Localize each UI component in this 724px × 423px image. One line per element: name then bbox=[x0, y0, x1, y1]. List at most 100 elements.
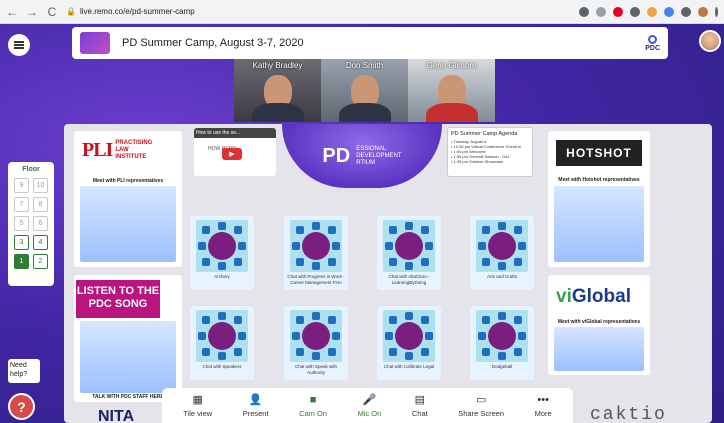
table-seat[interactable] bbox=[389, 316, 397, 324]
floor-button-8[interactable]: 8 bbox=[33, 197, 48, 212]
table-card[interactable]: Dodgeball bbox=[470, 306, 534, 380]
floor-button-1[interactable]: 1 bbox=[14, 254, 29, 269]
table-seat[interactable] bbox=[218, 222, 226, 230]
table-seat[interactable] bbox=[328, 226, 336, 234]
table-seat[interactable] bbox=[202, 348, 210, 356]
table-seat[interactable] bbox=[238, 332, 246, 340]
table-seat[interactable] bbox=[514, 258, 522, 266]
floor-button-9[interactable]: 9 bbox=[14, 178, 29, 193]
table-seat[interactable] bbox=[312, 312, 320, 320]
table-seat[interactable] bbox=[421, 348, 429, 356]
camera-extension-icon[interactable] bbox=[579, 6, 589, 17]
table-seat[interactable] bbox=[202, 258, 210, 266]
my-avatar[interactable] bbox=[699, 30, 721, 52]
table-seat[interactable] bbox=[202, 316, 210, 324]
address-bar[interactable]: 🔒 live.remo.co/e/pd-summer-camp bbox=[66, 7, 571, 16]
table-seat[interactable] bbox=[296, 226, 304, 234]
more-button[interactable]: ••• More bbox=[535, 394, 552, 418]
pdc-song-banner[interactable]: LISTEN TO THE PDC SONG bbox=[76, 280, 160, 318]
table-seat[interactable] bbox=[218, 312, 226, 320]
table-seat[interactable] bbox=[238, 242, 246, 250]
video-tile[interactable]: Don Smith bbox=[321, 59, 408, 122]
table-seat[interactable] bbox=[518, 242, 526, 250]
table-seat[interactable] bbox=[328, 348, 336, 356]
table-card[interactable]: Chat with Speakers bbox=[190, 306, 254, 380]
table-seat[interactable] bbox=[482, 348, 490, 356]
table-seat[interactable] bbox=[514, 226, 522, 234]
play-icon[interactable]: ▶ bbox=[222, 148, 242, 160]
table-seat[interactable] bbox=[482, 226, 490, 234]
extension-icon[interactable] bbox=[664, 6, 674, 17]
table-seat[interactable] bbox=[498, 312, 506, 320]
table-seat[interactable] bbox=[478, 242, 486, 250]
table-seat[interactable] bbox=[498, 352, 506, 360]
agenda-card[interactable]: PD Summer Camp Agenda • Tuesday, August … bbox=[447, 127, 533, 177]
table-seat[interactable] bbox=[389, 226, 397, 234]
table-seat[interactable] bbox=[478, 332, 486, 340]
table-seat[interactable] bbox=[234, 258, 242, 266]
profile-avatar[interactable] bbox=[698, 6, 708, 17]
table-seat[interactable] bbox=[405, 222, 413, 230]
table-seat[interactable] bbox=[498, 262, 506, 270]
table-seat[interactable] bbox=[292, 332, 300, 340]
table-seat[interactable] bbox=[328, 316, 336, 324]
present-button[interactable]: 👤 Present bbox=[243, 394, 269, 418]
table-seat[interactable] bbox=[332, 332, 340, 340]
tile-view-button[interactable]: ▦ Tile view bbox=[183, 394, 212, 418]
help-button[interactable]: ? bbox=[8, 393, 35, 420]
table-seat[interactable] bbox=[218, 352, 226, 360]
table-seat[interactable] bbox=[198, 332, 206, 340]
table-seat[interactable] bbox=[514, 316, 522, 324]
sponsor-booth-pli[interactable]: PLI PRACTISING LAW INSTITUTE Meet with P… bbox=[74, 131, 182, 267]
table-card[interactable]: Chat with Calibrate Legal bbox=[377, 306, 441, 380]
table-seat[interactable] bbox=[234, 348, 242, 356]
table-seat[interactable] bbox=[405, 262, 413, 270]
table-seat[interactable] bbox=[389, 258, 397, 266]
extension-icon[interactable] bbox=[630, 6, 640, 17]
table-seat[interactable] bbox=[312, 222, 320, 230]
table-seat[interactable] bbox=[482, 258, 490, 266]
table-seat[interactable] bbox=[405, 352, 413, 360]
table-seat[interactable] bbox=[385, 242, 393, 250]
floor-button-7[interactable]: 7 bbox=[14, 197, 29, 212]
table-seat[interactable] bbox=[312, 352, 320, 360]
hamburger-menu-button[interactable] bbox=[8, 34, 30, 56]
mic-on-button[interactable]: 🎤 Mic On bbox=[358, 394, 382, 418]
kebab-menu-icon[interactable] bbox=[715, 6, 718, 17]
floor-button-2[interactable]: 2 bbox=[33, 254, 48, 269]
table-seat[interactable] bbox=[421, 258, 429, 266]
table-seat[interactable] bbox=[405, 312, 413, 320]
floor-button-10[interactable]: 10 bbox=[33, 178, 48, 193]
reload-icon[interactable]: C bbox=[46, 5, 58, 19]
table-seat[interactable] bbox=[421, 226, 429, 234]
table-seat[interactable] bbox=[296, 258, 304, 266]
table-card[interactable]: Arts and Crafts bbox=[470, 216, 534, 290]
table-seat[interactable] bbox=[425, 332, 433, 340]
floor-button-6[interactable]: 6 bbox=[33, 216, 48, 231]
star-icon[interactable] bbox=[596, 6, 606, 17]
table-seat[interactable] bbox=[332, 242, 340, 250]
table-seat[interactable] bbox=[385, 332, 393, 340]
table-seat[interactable] bbox=[198, 242, 206, 250]
extension-icon[interactable] bbox=[647, 6, 657, 17]
table-seat[interactable] bbox=[514, 348, 522, 356]
table-seat[interactable] bbox=[234, 316, 242, 324]
forward-arrow-icon[interactable]: → bbox=[26, 5, 38, 19]
table-card[interactable]: Archery bbox=[190, 216, 254, 290]
floor-button-5[interactable]: 5 bbox=[14, 216, 29, 231]
table-seat[interactable] bbox=[389, 348, 397, 356]
chat-button[interactable]: ▤ Chat bbox=[412, 394, 428, 418]
table-seat[interactable] bbox=[482, 316, 490, 324]
table-seat[interactable] bbox=[421, 316, 429, 324]
table-seat[interactable] bbox=[296, 348, 304, 356]
video-tile[interactable]: Kathy Bradley bbox=[234, 59, 321, 122]
table-seat[interactable] bbox=[498, 222, 506, 230]
table-seat[interactable] bbox=[234, 226, 242, 234]
share-screen-button[interactable]: ▭ Share Screen bbox=[458, 394, 504, 418]
table-card[interactable]: Chat with Speak with Authority bbox=[284, 306, 348, 380]
floor-button-3[interactable]: 3 bbox=[14, 235, 29, 250]
back-arrow-icon[interactable]: ← bbox=[6, 5, 18, 19]
cam-on-button[interactable]: ■ Cam On bbox=[299, 394, 327, 418]
table-seat[interactable] bbox=[425, 242, 433, 250]
table-seat[interactable] bbox=[218, 262, 226, 270]
